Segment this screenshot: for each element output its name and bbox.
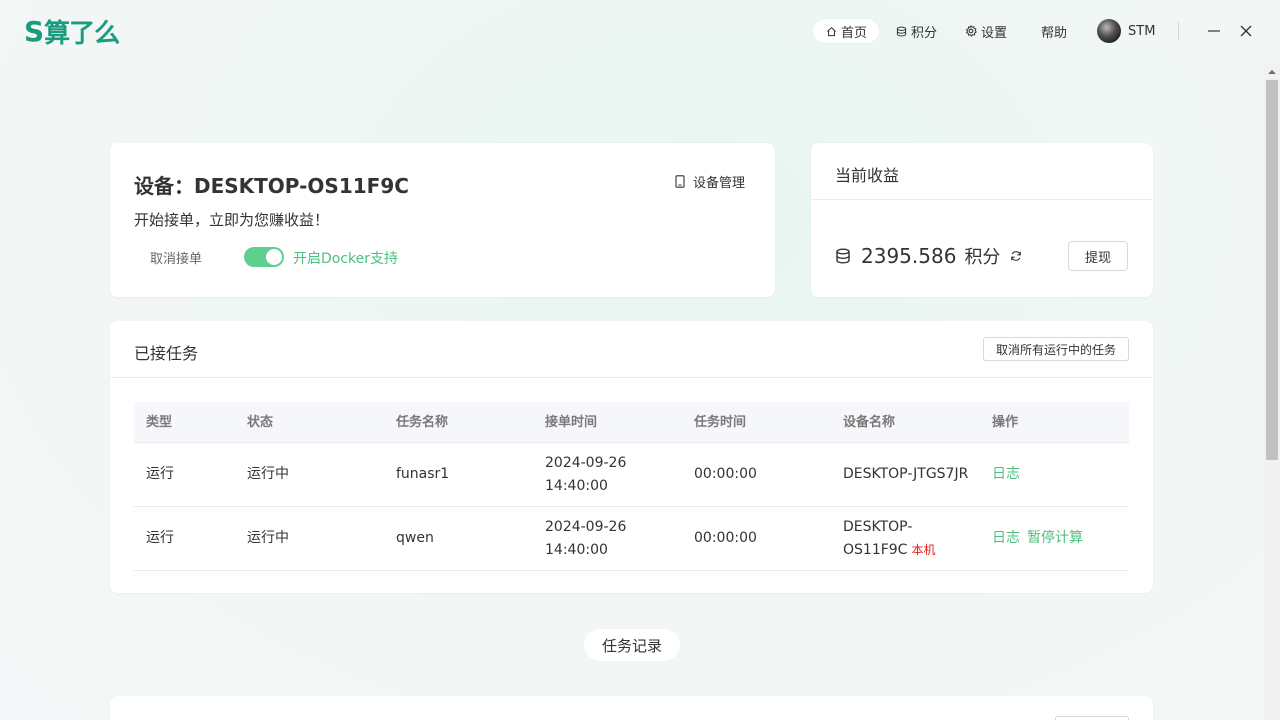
nav-item-label: 帮助	[1041, 25, 1068, 41]
minimize-button[interactable]	[1203, 20, 1225, 42]
cancel-order-button[interactable]: 取消接单	[150, 248, 202, 267]
docker-toggle[interactable]	[244, 247, 284, 267]
nav-item-label: 积分	[911, 25, 938, 41]
scrollbar-thumb[interactable]	[1266, 80, 1278, 460]
task-accept-date: 2024-09-26	[545, 518, 627, 535]
task-type: 运行	[146, 466, 174, 482]
nav-item-help[interactable]: 帮助	[1029, 19, 1079, 43]
column-header: 接单时间	[545, 414, 598, 430]
tasks-card: 已接任务 取消所有运行中的任务 类型 状态 任务名称 接单时间 任务时间 设备名…	[110, 321, 1153, 593]
nav-item-label: 首页	[841, 25, 868, 41]
records-card-button[interactable]	[1055, 716, 1129, 720]
task-device-line2: OS11F9C	[843, 541, 908, 558]
earnings-card: 当前收益 2395.586 积分 提现	[811, 143, 1153, 297]
device-card: 设备：DESKTOP-OS11F9C 设备管理 开始接单，立即为您赚收益！ 取消…	[110, 143, 775, 297]
task-duration: 00:00:00	[694, 466, 757, 482]
earnings-title: 当前收益	[835, 166, 900, 185]
coins-icon	[835, 248, 851, 264]
device-subtitle: 开始接单，立即为您赚收益！	[134, 211, 330, 229]
pause-compute-link[interactable]: 暂停计算	[1027, 527, 1083, 550]
docker-toggle-label: 开启Docker支持	[293, 251, 399, 267]
divider	[110, 377, 1153, 378]
vertical-scrollbar[interactable]	[1264, 64, 1280, 720]
avatar	[1097, 19, 1121, 43]
device-manage-label: 设备管理	[693, 176, 746, 191]
task-accept-clock: 14:40:00	[545, 477, 608, 494]
user-name: STM	[1128, 23, 1156, 39]
close-icon	[1240, 25, 1252, 37]
task-duration: 00:00:00	[694, 530, 757, 546]
task-device: DESKTOP- OS11F9C 本机	[843, 507, 935, 570]
log-link[interactable]: 日志	[992, 527, 1020, 550]
task-name: funasr1	[396, 466, 450, 482]
withdraw-button[interactable]: 提现	[1068, 241, 1128, 271]
logo-mark: S	[24, 14, 44, 48]
task-actions: 日志	[992, 443, 1027, 506]
device-title: 设备：DESKTOP-OS11F9C	[134, 174, 409, 198]
refresh-icon[interactable]	[1010, 250, 1022, 262]
nav-item-label: 设置	[981, 25, 1008, 41]
task-accept-time: 2024-09-26 14:40:00	[545, 507, 626, 570]
table-row: 运行 运行中 funasr1 2024-09-26 14:40:00 00:00…	[134, 443, 1129, 507]
earnings-amount-row: 2395.586 积分	[835, 243, 1022, 269]
task-records-card	[110, 696, 1153, 720]
minimize-icon	[1208, 30, 1220, 32]
task-accept-clock: 14:40:00	[545, 541, 608, 558]
nav-item-settings[interactable]: 设置	[953, 19, 1019, 43]
table-header: 类型 状态 任务名称 接单时间 任务时间 设备名称 操作	[134, 402, 1129, 443]
task-name: qwen	[396, 530, 434, 546]
column-header: 类型	[146, 414, 173, 430]
coins-icon	[895, 25, 907, 37]
task-records-button[interactable]: 任务记录	[584, 629, 680, 661]
task-type: 运行	[146, 530, 174, 546]
divider	[1178, 22, 1179, 40]
column-header: 任务时间	[694, 414, 747, 430]
tasks-table: 类型 状态 任务名称 接单时间 任务时间 设备名称 操作 运行 运行中 funa…	[134, 402, 1129, 571]
earnings-unit: 积分	[964, 247, 1001, 268]
tasks-title: 已接任务	[134, 344, 199, 363]
local-machine-tag: 本机	[911, 542, 936, 557]
column-header: 状态	[247, 414, 274, 430]
table-row: 运行 运行中 qwen 2024-09-26 14:40:00 00:00:00…	[134, 507, 1129, 571]
earnings-amount: 2395.586	[861, 244, 957, 268]
home-icon	[825, 25, 837, 37]
close-button[interactable]	[1235, 20, 1257, 42]
nav-item-home[interactable]: 首页	[813, 19, 880, 43]
column-header: 设备名称	[843, 414, 896, 430]
task-actions: 日志 暂停计算	[992, 507, 1090, 570]
nav-item-points[interactable]: 积分	[883, 19, 949, 43]
task-device: DESKTOP-JTGS7JR	[843, 466, 969, 482]
task-accept-time: 2024-09-26 14:40:00	[545, 443, 626, 506]
top-bar: S 算了么 首页 积分 设置 帮助 STM	[0, 0, 1280, 64]
log-link[interactable]: 日志	[992, 463, 1020, 486]
column-header: 任务名称	[396, 414, 449, 430]
toggle-knob	[266, 249, 282, 265]
device-icon	[675, 175, 685, 188]
task-status: 运行中	[247, 466, 289, 482]
main-nav: 首页 积分 设置 帮助	[813, 19, 1083, 43]
scroll-up-arrow-icon[interactable]	[1264, 64, 1280, 80]
logo-text: 算了么	[44, 18, 120, 49]
app-logo[interactable]: S 算了么	[24, 14, 120, 49]
task-status: 运行中	[247, 530, 289, 546]
gear-icon	[965, 25, 977, 37]
cancel-all-tasks-button[interactable]: 取消所有运行中的任务	[983, 337, 1129, 361]
device-manage-button[interactable]: 设备管理	[675, 172, 745, 191]
user-menu[interactable]: STM	[1097, 19, 1155, 43]
column-header: 操作	[992, 414, 1019, 430]
task-accept-date: 2024-09-26	[545, 454, 627, 471]
task-device-line1: DESKTOP-	[843, 518, 913, 535]
divider	[811, 199, 1153, 200]
